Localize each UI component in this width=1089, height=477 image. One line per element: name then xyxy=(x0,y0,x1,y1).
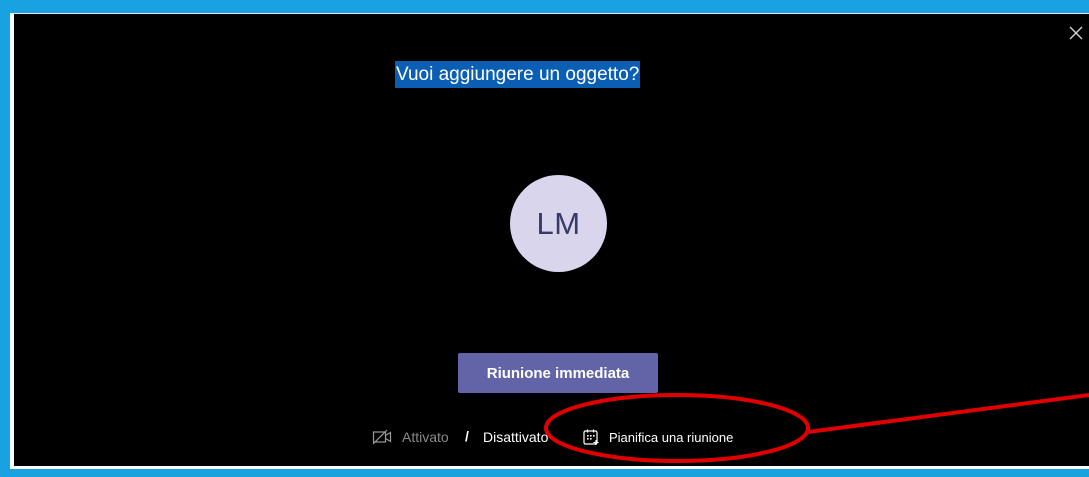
bottom-toolbar: Attivato / Disattivato Pianifica una riu… xyxy=(14,424,1089,450)
toggle-separator: / xyxy=(465,428,469,444)
schedule-meeting-button[interactable]: Pianifica una riunione xyxy=(582,426,733,448)
video-on-toggle[interactable]: Attivato xyxy=(402,429,449,445)
meet-now-dialog: Vuoi aggiungere un oggetto? LM Riunione … xyxy=(10,13,1089,469)
schedule-meeting-label: Pianifica una riunione xyxy=(609,429,734,445)
calendar-icon xyxy=(583,429,599,445)
avatar: LM xyxy=(510,175,607,272)
avatar-initials: LM xyxy=(536,205,581,241)
video-off-icon[interactable] xyxy=(372,429,392,445)
meet-now-button[interactable]: Riunione immediata xyxy=(458,353,658,393)
window-frame: Vuoi aggiungere un oggetto? LM Riunione … xyxy=(0,0,1089,477)
meeting-subject-input[interactable]: Vuoi aggiungere un oggetto? xyxy=(395,61,641,88)
close-icon xyxy=(1069,26,1083,40)
video-off-toggle[interactable]: Disattivato xyxy=(483,429,548,445)
close-button[interactable] xyxy=(1065,22,1087,44)
